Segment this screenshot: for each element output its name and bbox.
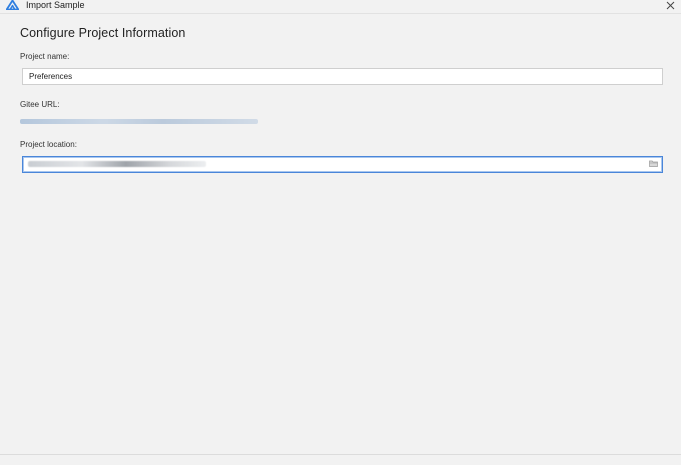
title-divider — [0, 13, 681, 14]
project-name-label: Project name: — [20, 52, 70, 61]
project-location-label: Project location: — [20, 140, 77, 149]
project-name-input[interactable] — [22, 68, 663, 85]
app-logo-icon — [6, 0, 19, 10]
close-icon — [666, 1, 674, 9]
gitee-url-label: Gitee URL: — [20, 100, 60, 109]
import-sample-dialog: Import Sample Configure Project Informat… — [0, 0, 681, 465]
folder-icon[interactable] — [649, 160, 658, 167]
close-button[interactable] — [663, 0, 677, 12]
page-title: Configure Project Information — [20, 26, 186, 40]
title-bar: Import Sample — [0, 0, 681, 13]
window-title: Import Sample — [26, 0, 85, 10]
footer-divider — [0, 454, 681, 455]
project-location-field — [22, 156, 663, 173]
gitee-url-value-redacted — [20, 119, 258, 124]
project-location-value-redacted — [28, 161, 206, 167]
